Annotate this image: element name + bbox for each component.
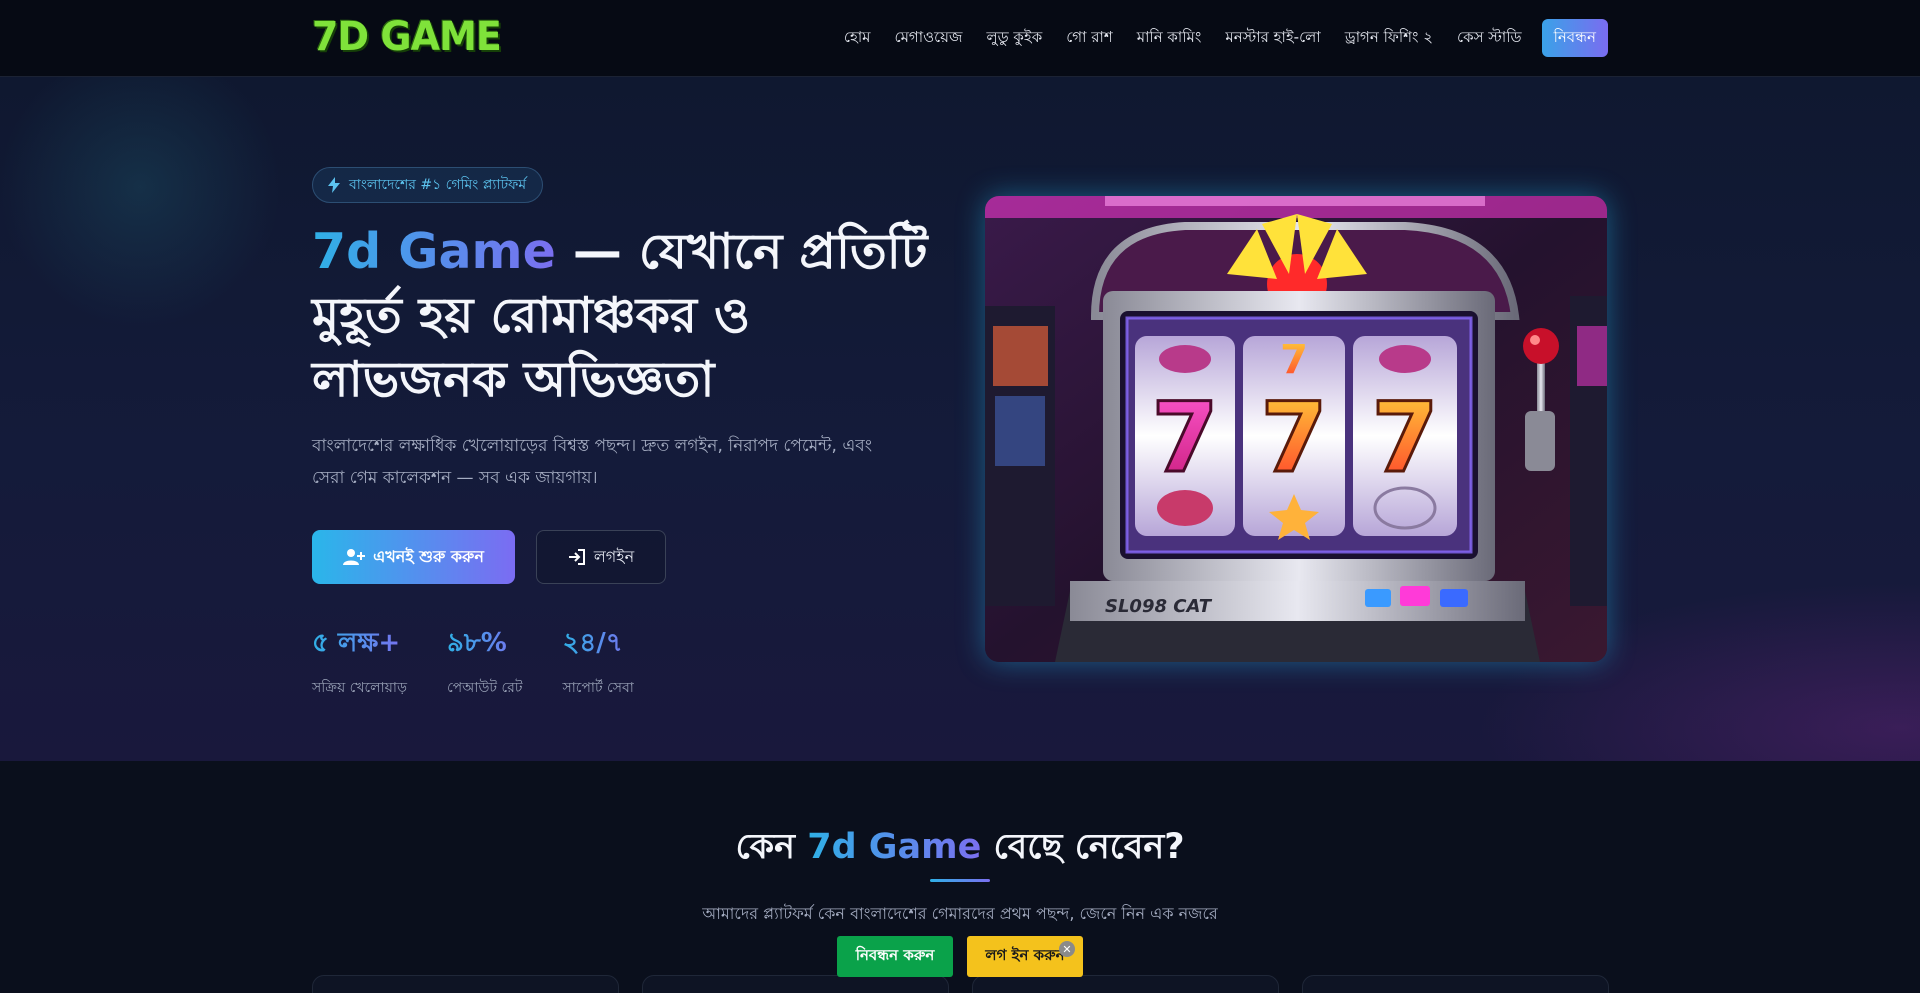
slot-machine-illustration: 7 7 7 7 SL098 CAT [985, 196, 1607, 662]
site-logo[interactable]: 7D GAME [312, 14, 502, 60]
nav-item-case-study[interactable]: কেস স্টাডি [1457, 26, 1522, 51]
login-label: লগইন [593, 546, 635, 566]
stat-support: ২৪/৭ সাপোর্ট সেবা [562, 622, 633, 700]
stat-value: ৯৮% [447, 622, 523, 666]
stat-value: ২৪/৭ [562, 622, 633, 666]
nav-item-megaways[interactable]: মেগাওয়েজ [895, 26, 963, 51]
nav-item-home[interactable]: হোম [844, 26, 871, 51]
nav-item-go-rush[interactable]: গো রাশ [1066, 26, 1113, 51]
feature-card [312, 975, 619, 993]
user-plus-icon [343, 549, 366, 565]
section-divider [930, 879, 990, 882]
stat-payout-rate: ৯৮% পেআউট রেট [447, 622, 523, 700]
svg-text:7: 7 [1152, 382, 1219, 494]
stat-active-players: ৫ লক্ষ+ সক্রিয় খেলোয়াড় [312, 622, 407, 700]
feature-card [1302, 975, 1609, 993]
hero-title: 7d Game — যেখানে প্রতিটি মুহূর্ত হয় রোম… [312, 220, 932, 412]
register-nav-button[interactable]: নিবন্ধন [1541, 19, 1608, 57]
stat-value: ৫ লক্ষ+ [312, 622, 407, 666]
hero-subtitle: বাংলাদেশের লক্ষাধিক খেলোয়াড়ের বিশ্বস্ত… [312, 436, 873, 488]
why-title: কেন 7d Game বেছে নেবেন? [0, 819, 1920, 878]
nav-item-ludo-quick[interactable]: লুডু কুইক [986, 26, 1042, 51]
hero-badge: বাংলাদেশের #১ গেমিং প্ল্যাটফর্ম [312, 167, 544, 203]
hero-badge-label: বাংলাদেশের #১ গেমিং প্ল্যাটফর্ম [349, 177, 527, 193]
svg-text:7: 7 [1372, 382, 1439, 494]
close-icon[interactable]: ✕ [1059, 941, 1075, 957]
feature-card [972, 975, 1279, 993]
lightning-icon [328, 177, 340, 193]
stat-label: পেআউট রেট [446, 680, 523, 696]
machine-label: SL098 CAT [1105, 596, 1213, 617]
hero-section: বাংলাদেশের #১ গেমিং প্ল্যাটফর্ম 7d Game … [0, 77, 1920, 761]
site-header: 7D GAME হোম মেগাওয়েজ লুডু কুইক গো রাশ ম… [0, 0, 1920, 77]
feature-card [642, 975, 949, 993]
stat-label: সক্রিয় খেলোয়াড় [312, 680, 407, 696]
floating-register-button[interactable]: নিবন্ধন করুন [837, 936, 953, 977]
nav-item-dragon-fishing[interactable]: ড্রাগন ফিশিং ২ [1345, 26, 1433, 51]
nav-item-monster-hilo[interactable]: মনস্টার হাই-লো [1225, 26, 1320, 51]
stat-label: সাপোর্ট সেবা [562, 680, 634, 696]
why-title-brand: 7d Game [807, 827, 982, 867]
why-title-prefix: কেন [735, 827, 808, 867]
hero-title-brand: 7d Game [312, 223, 556, 280]
why-title-suffix: বেছে নেবেন? [981, 827, 1185, 867]
main-nav: হোম মেগাওয়েজ লুডু কুইক গো রাশ মানি কামি… [844, 19, 1608, 57]
login-button[interactable]: লগইন [536, 530, 666, 584]
why-section: কেন 7d Game বেছে নেবেন? আমাদের প্ল্যাটফর… [0, 761, 1920, 993]
hero-stats: ৫ লক্ষ+ সক্রিয় খেলোয়াড় ৯৮% পেআউট রেট … [312, 622, 634, 700]
svg-text:7: 7 [1261, 382, 1328, 494]
why-subtitle: আমাদের প্ল্যাটফর্ম কেন বাংলাদেশের গেমারদ… [702, 904, 1218, 923]
nav-item-money-coming[interactable]: মানি কামিং [1137, 26, 1202, 51]
start-now-label: এখনই শুরু করুন [373, 546, 484, 566]
slot-machine-image: 7 7 7 7 SL098 CAT [985, 196, 1607, 662]
svg-text:7: 7 [1280, 337, 1308, 383]
sign-in-icon [568, 549, 585, 565]
start-now-button[interactable]: এখনই শুরু করুন [312, 530, 515, 584]
